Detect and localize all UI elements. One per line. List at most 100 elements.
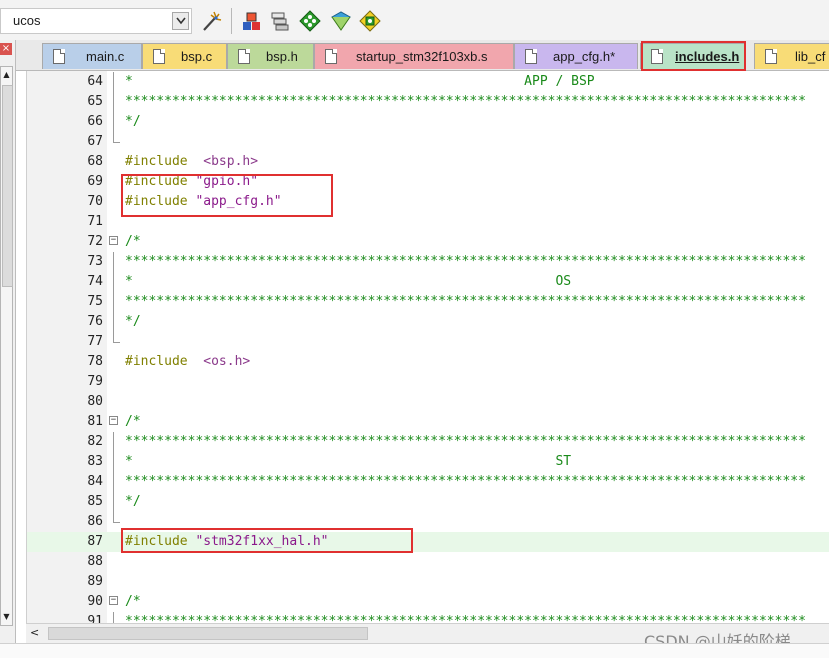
build-icon[interactable] bbox=[240, 9, 264, 33]
code-token: ****************************************… bbox=[125, 94, 806, 109]
code-line[interactable]: 84 **************************************… bbox=[27, 472, 829, 492]
code-line[interactable]: 79 bbox=[27, 372, 829, 392]
scrollbar-thumb[interactable] bbox=[2, 85, 13, 287]
code-token: */ bbox=[125, 314, 141, 329]
line-number: 72 bbox=[87, 234, 103, 249]
code-token: ****************************************… bbox=[125, 254, 806, 269]
code-text: /* bbox=[125, 594, 141, 609]
code-line[interactable]: 77 bbox=[27, 332, 829, 352]
chevron-down-icon[interactable] bbox=[172, 12, 189, 30]
tab-app-cfg-h[interactable]: app_cfg.h* bbox=[514, 43, 638, 69]
fold-guide bbox=[113, 452, 114, 472]
code-line[interactable]: 78 #include <os.h> bbox=[27, 352, 829, 372]
project-panel-scrollbar[interactable]: ▲ ▼ bbox=[0, 66, 13, 626]
code-token: ****************************************… bbox=[125, 614, 806, 623]
code-line[interactable]: 82 **************************************… bbox=[27, 432, 829, 452]
code-line[interactable]: 90−/* bbox=[27, 592, 829, 612]
code-text: ****************************************… bbox=[125, 254, 806, 269]
line-number: 66 bbox=[87, 114, 103, 129]
include-highlight-box bbox=[121, 174, 333, 217]
line-number: 73 bbox=[87, 254, 103, 269]
file-icon bbox=[238, 49, 250, 64]
scrollbar-thumb[interactable] bbox=[48, 627, 368, 640]
tab-label: bsp.c bbox=[181, 49, 213, 64]
tab-startup-stm32f103xb-s[interactable]: startup_stm32f103xb.s bbox=[314, 43, 514, 69]
code-line[interactable]: 80 bbox=[27, 392, 829, 412]
options-icon[interactable] bbox=[329, 9, 353, 33]
tab-main-c[interactable]: main.c bbox=[42, 43, 142, 69]
code-token: <os.h> bbox=[203, 354, 251, 369]
code-token: * OS bbox=[125, 274, 572, 289]
project-panel: × ▲ ▼ bbox=[0, 40, 16, 657]
fold-guide bbox=[113, 292, 114, 312]
code-token: /* bbox=[125, 234, 141, 249]
fold-guide bbox=[113, 72, 114, 92]
fold-toggle-icon[interactable]: − bbox=[109, 416, 118, 425]
code-line[interactable]: 85 */ bbox=[27, 492, 829, 512]
tab-label: main.c bbox=[86, 49, 125, 64]
code-line[interactable]: 75 **************************************… bbox=[27, 292, 829, 312]
code-text: */ bbox=[125, 114, 141, 129]
target-select-value: ucos bbox=[13, 13, 41, 28]
line-number: 77 bbox=[87, 334, 103, 349]
fold-guide bbox=[113, 612, 114, 623]
file-icon bbox=[525, 49, 537, 64]
line-number: 70 bbox=[87, 194, 103, 209]
code-text: ****************************************… bbox=[125, 474, 806, 489]
code-line[interactable]: 74 * OS bbox=[27, 272, 829, 292]
fold-toggle-icon[interactable]: − bbox=[109, 596, 118, 605]
scroll-down-icon[interactable]: ▼ bbox=[1, 610, 12, 624]
tab-bsp-c[interactable]: bsp.c bbox=[142, 43, 227, 69]
fold-guide bbox=[113, 472, 114, 492]
magic-wand-icon[interactable] bbox=[200, 9, 224, 33]
fold-guide bbox=[113, 492, 114, 512]
code-token: /* bbox=[125, 594, 141, 609]
code-line[interactable]: 88 bbox=[27, 552, 829, 572]
hal-include-highlight-box bbox=[121, 528, 413, 553]
tab-lib-cf[interactable]: lib_cf bbox=[754, 43, 829, 69]
code-line[interactable]: 64 * APP / BSP bbox=[27, 72, 829, 92]
code-line[interactable]: 68 #include <bsp.h> bbox=[27, 152, 829, 172]
code-text: #include <os.h> bbox=[125, 354, 250, 369]
code-line[interactable]: 89 bbox=[27, 572, 829, 592]
code-token: ****************************************… bbox=[125, 434, 806, 449]
scroll-left-icon[interactable]: < bbox=[30, 626, 39, 639]
code-line[interactable]: 72−/* bbox=[27, 232, 829, 252]
code-text: ****************************************… bbox=[125, 614, 806, 623]
code-text: */ bbox=[125, 494, 141, 509]
tab-label: bsp.h bbox=[266, 49, 298, 64]
code-line[interactable]: 83 * ST bbox=[27, 452, 829, 472]
target-select[interactable]: ucos bbox=[0, 8, 192, 34]
code-editor[interactable]: 64 * APP / BSP 65 *************************… bbox=[26, 71, 829, 623]
fold-guide bbox=[113, 272, 114, 292]
code-line[interactable]: 76 */ bbox=[27, 312, 829, 332]
code-text: * ST bbox=[125, 454, 571, 469]
debug-diamond-icon[interactable] bbox=[298, 9, 322, 33]
code-token: ****************************************… bbox=[125, 474, 806, 489]
code-token: * APP / BSP bbox=[125, 74, 595, 89]
code-line[interactable]: 67 bbox=[27, 132, 829, 152]
code-line[interactable]: 73 **************************************… bbox=[27, 252, 829, 272]
line-number: 87 bbox=[87, 534, 103, 549]
batch-build-icon[interactable] bbox=[268, 9, 292, 33]
fold-toggle-icon[interactable]: − bbox=[109, 236, 118, 245]
fold-end-marker bbox=[113, 512, 120, 523]
code-line[interactable]: 65 **************************************… bbox=[27, 92, 829, 112]
tab-label: lib_cf bbox=[795, 49, 826, 64]
code-line[interactable]: 66 */ bbox=[27, 112, 829, 132]
scroll-up-icon[interactable]: ▲ bbox=[1, 68, 12, 82]
fold-guide bbox=[113, 432, 114, 452]
close-icon[interactable]: × bbox=[0, 43, 12, 55]
line-number: 71 bbox=[87, 214, 103, 229]
tab-label: startup_stm32f103xb.s bbox=[356, 49, 488, 64]
code-line[interactable]: 81−/* bbox=[27, 412, 829, 432]
line-number: 68 bbox=[87, 154, 103, 169]
pack-installer-icon[interactable] bbox=[358, 9, 382, 33]
line-number: 65 bbox=[87, 94, 103, 109]
active-tab-highlight-box bbox=[641, 41, 746, 71]
code-text: * OS bbox=[125, 274, 571, 289]
line-number: 82 bbox=[87, 434, 103, 449]
code-line[interactable]: 91 **************************************… bbox=[27, 612, 829, 623]
line-number: 79 bbox=[87, 374, 103, 389]
tab-bsp-h[interactable]: bsp.h bbox=[227, 43, 314, 69]
